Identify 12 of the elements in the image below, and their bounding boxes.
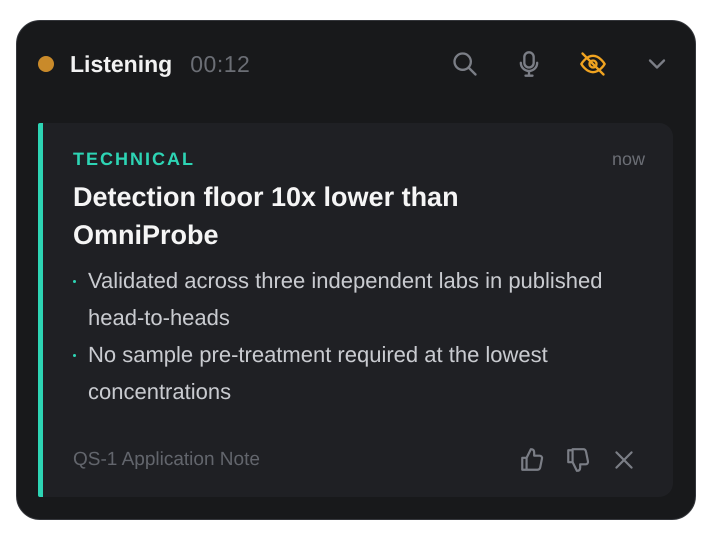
timestamp: now xyxy=(612,149,645,170)
thumbs-down-icon[interactable] xyxy=(565,447,591,473)
bullet-text: Validated across three independent labs in published head-to-heads xyxy=(88,267,604,332)
source-label: QS-1 Application Note xyxy=(73,449,260,471)
bullet-text: No sample pre-treatment required at the lowest concentrations xyxy=(88,341,549,406)
category-label: TECHNICAL xyxy=(73,149,195,170)
eye-slash-icon[interactable] xyxy=(579,50,607,78)
elapsed-time: 00:12 xyxy=(190,50,250,78)
status-label: Listening xyxy=(70,50,172,78)
thumbs-up-icon[interactable] xyxy=(519,447,545,473)
card-title: Detection floor 10x lower than OmniProbe xyxy=(73,181,460,252)
search-icon[interactable] xyxy=(451,50,479,78)
